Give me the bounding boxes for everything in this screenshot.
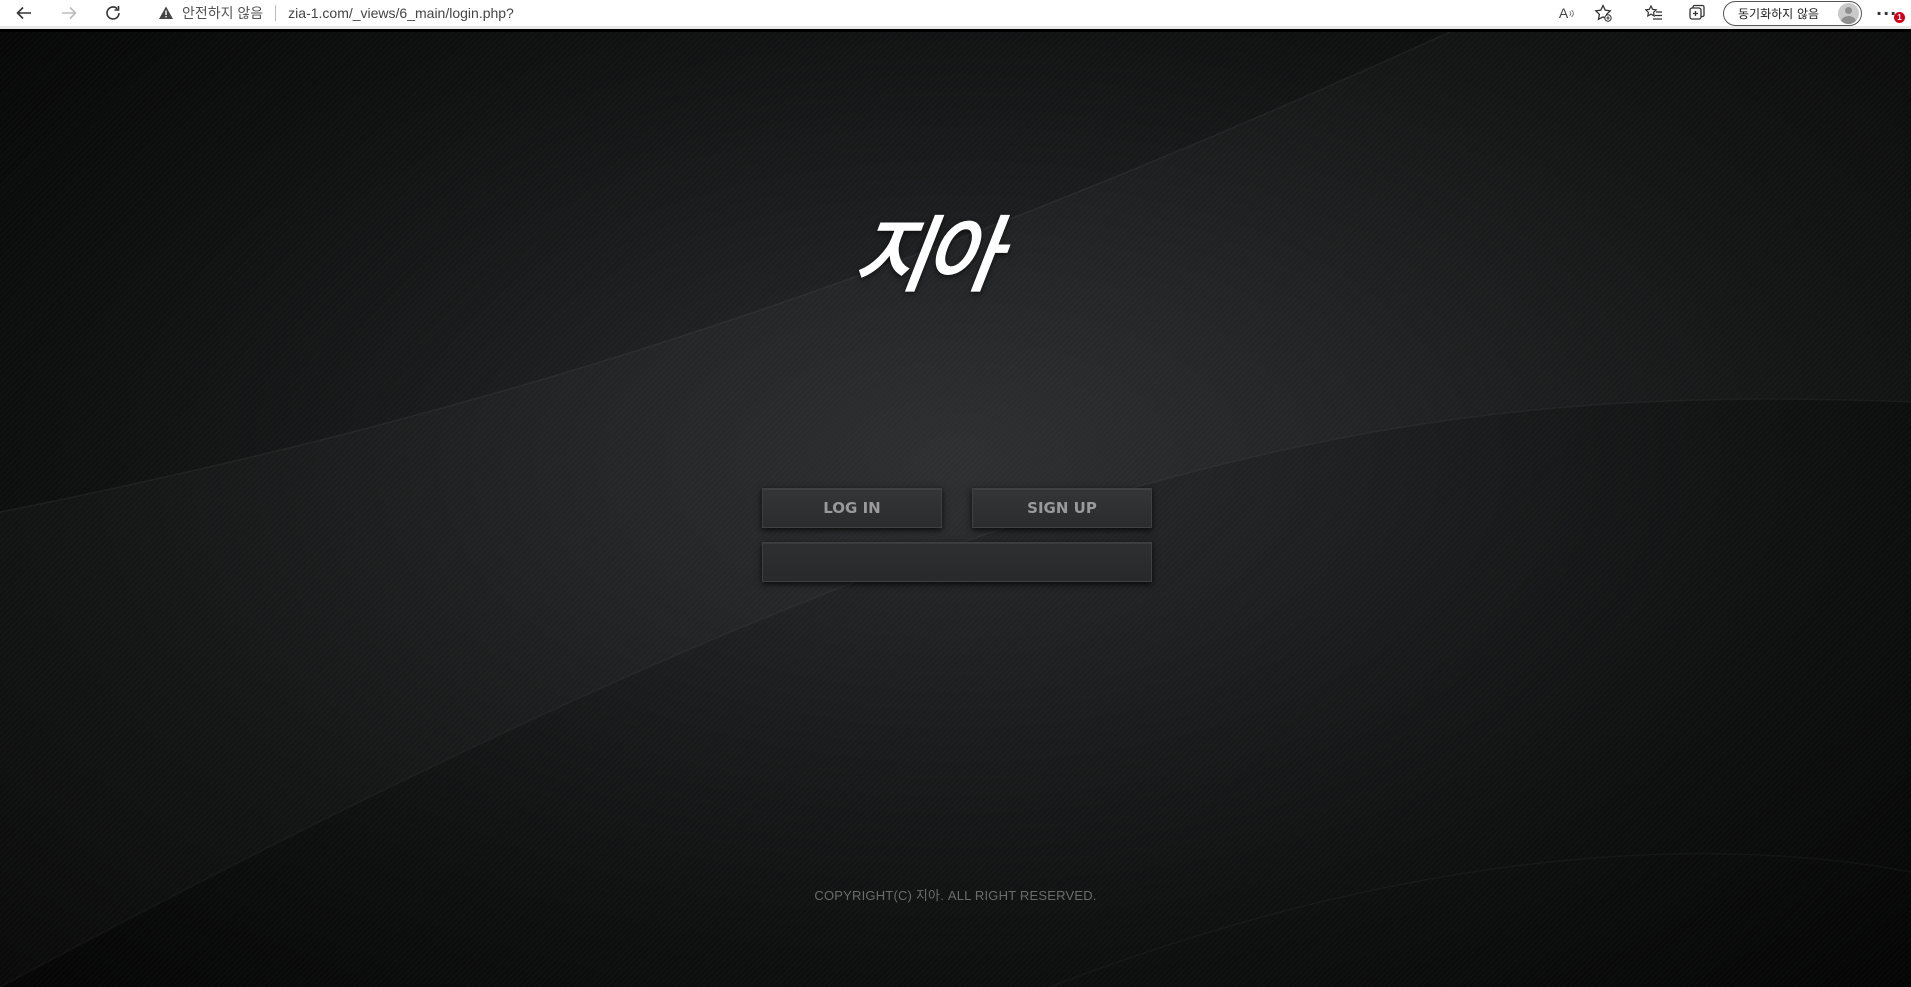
notification-badge: 1 <box>1894 12 1905 23</box>
sync-status-label: 동기화하지 않음 <box>1738 7 1820 21</box>
url-text[interactable]: zia-1.com/_views/6_main/login.php? <box>288 5 514 21</box>
arrow-left-icon <box>16 6 31 20</box>
forward-button[interactable] <box>57 1 81 25</box>
avatar <box>1838 3 1859 24</box>
collections-icon <box>1689 4 1705 20</box>
copyright-text: COPYRIGHT(C) 지아. ALL RIGHT RESERVED. <box>814 888 1097 903</box>
add-favorite-button[interactable] <box>1592 2 1614 24</box>
read-aloud-icon: A <box>1558 5 1569 21</box>
favorites-button[interactable] <box>1643 2 1665 24</box>
sync-status-button[interactable]: 동기화하지 않음 <box>1723 1 1862 26</box>
star-plus-icon <box>1594 4 1612 22</box>
security-status-label[interactable]: 안전하지 않음 <box>182 3 263 23</box>
address-bar[interactable]: 안전하지 않음 zia-1.com/_views/6_main/login.ph… <box>158 0 514 26</box>
background-swoosh <box>0 32 1911 987</box>
signup-button[interactable]: SIGN UP <box>972 488 1152 528</box>
sound-waves-icon <box>1569 9 1574 17</box>
collections-button[interactable] <box>1686 2 1708 24</box>
reload-button[interactable] <box>101 1 125 25</box>
back-button[interactable] <box>12 1 36 25</box>
read-aloud-button[interactable]: A <box>1556 2 1578 24</box>
login-page: 지아 LOG IN SIGN UP COPYRIGHT(C) 지아. ALL R… <box>0 32 1911 987</box>
browser-toolbar: 안전하지 않음 zia-1.com/_views/6_main/login.ph… <box>0 0 1911 29</box>
warning-triangle-icon <box>159 6 173 19</box>
site-logo: 지아 <box>848 209 1001 304</box>
wide-action-button[interactable] <box>762 542 1152 582</box>
login-button[interactable]: LOG IN <box>762 488 942 528</box>
reload-icon <box>106 6 120 20</box>
arrow-right-icon <box>62 6 77 20</box>
favorites-list-icon <box>1645 4 1662 20</box>
url-separator <box>275 5 277 21</box>
